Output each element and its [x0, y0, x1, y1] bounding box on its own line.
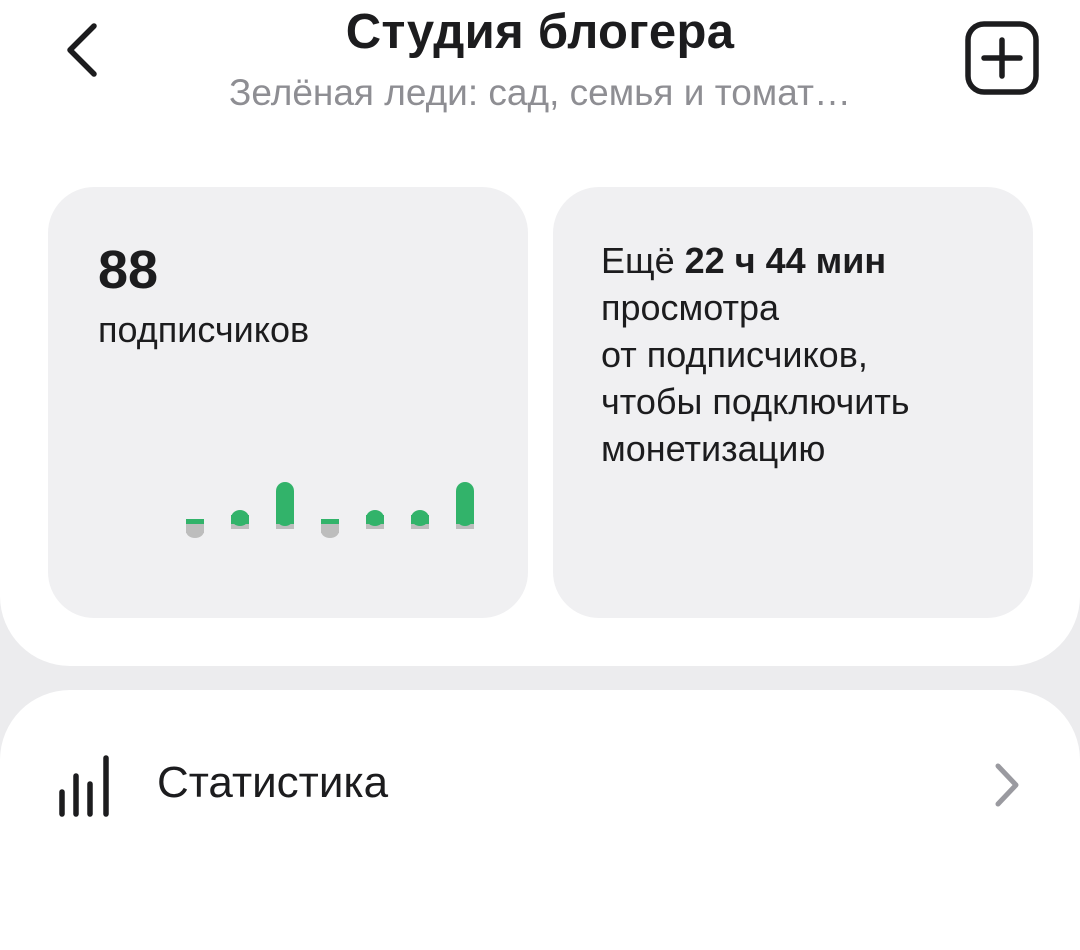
mini-chart-bar	[366, 510, 384, 529]
plus-square-icon	[965, 21, 1039, 95]
channel-name: Зелёная леди: сад, семья и томат…	[229, 72, 851, 113]
statistics-menu-item[interactable]: Статистика	[0, 730, 1080, 842]
subscribers-card[interactable]: 88 подписчиков	[48, 187, 528, 618]
add-button[interactable]	[962, 18, 1042, 98]
chevron-right-icon	[995, 763, 1019, 807]
subscribers-mini-chart	[186, 482, 474, 538]
monetization-line-4: монетизацию	[601, 428, 826, 469]
bar-chart-icon	[59, 755, 109, 817]
monetization-time: 22 ч 44 мин	[684, 240, 887, 281]
mini-chart-bar	[186, 519, 204, 538]
mini-chart-bar-positive-base	[366, 515, 384, 524]
monetization-line-1: просмотра	[601, 287, 780, 328]
mini-chart-bar-zero-line	[186, 519, 204, 524]
page-title: Студия блогера	[345, 5, 735, 59]
mini-chart-bar-negative-base	[321, 524, 339, 533]
monetization-line-2: от подписчиков,	[601, 334, 868, 375]
mini-chart-bar-positive-base	[411, 515, 429, 524]
monetization-line-3: чтобы подключить	[601, 381, 910, 422]
mini-chart-bar	[321, 519, 339, 538]
mini-chart-bar	[231, 510, 249, 529]
mini-chart-bar-positive-base	[276, 515, 294, 524]
monetization-text: Ещё 22 ч 44 мин просмотра от подписчиков…	[601, 237, 1011, 472]
bottom-sheet: Статистика	[0, 690, 1080, 950]
mini-chart-bar-positive-base	[456, 515, 474, 524]
mini-chart-bar-zero-line	[321, 519, 339, 524]
monetization-prefix: Ещё	[601, 240, 685, 281]
monetization-card[interactable]: Ещё 22 ч 44 мин просмотра от подписчиков…	[553, 187, 1033, 618]
header: Студия блогера Зелёная леди: сад, семья …	[0, 0, 1080, 140]
statistics-label: Статистика	[157, 758, 389, 807]
mini-chart-bar	[276, 482, 294, 529]
mini-chart-bar	[456, 482, 474, 529]
mini-chart-bar-positive-base	[231, 515, 249, 524]
mini-chart-bar-negative-base	[186, 524, 204, 533]
mini-chart-bar	[411, 510, 429, 529]
